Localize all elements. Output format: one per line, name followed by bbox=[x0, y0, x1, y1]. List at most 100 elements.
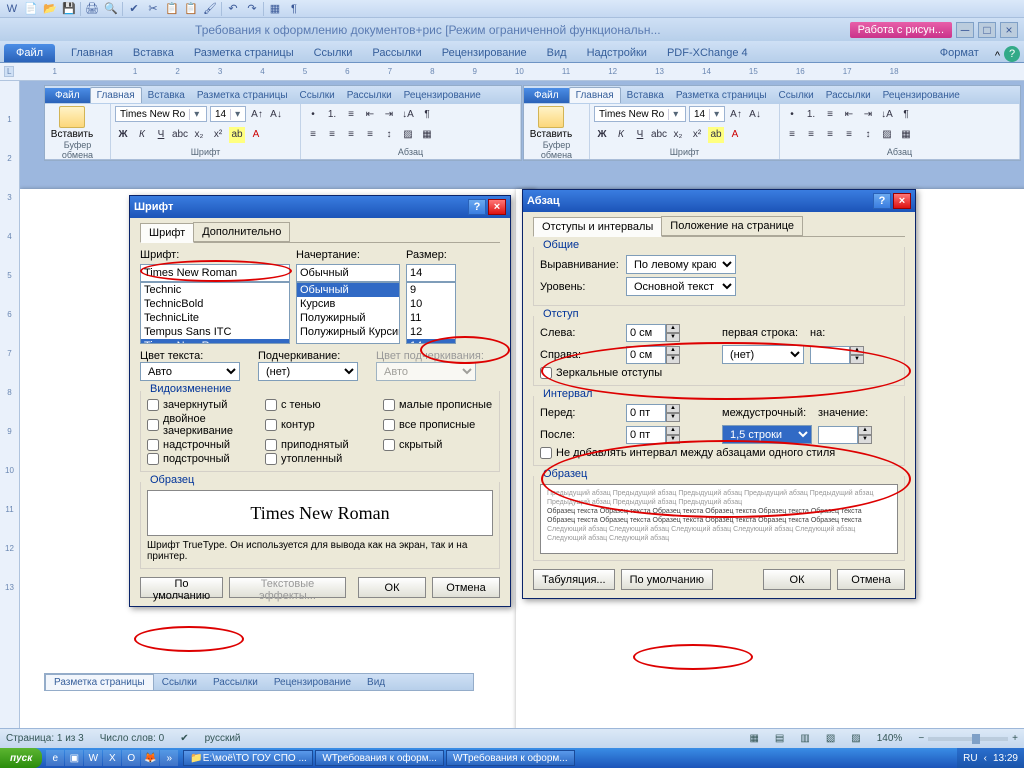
tab-insert[interactable]: Вставка bbox=[123, 44, 184, 62]
outline-level-select[interactable]: Основной текст bbox=[626, 277, 736, 296]
space-after-spin[interactable]: ▲▼ bbox=[626, 426, 680, 444]
spellcheck-icon[interactable]: ✔ bbox=[126, 1, 142, 17]
tab-references[interactable]: Ссылки bbox=[304, 44, 363, 62]
tab-font[interactable]: Шрифт bbox=[140, 223, 194, 243]
ql-more-icon[interactable]: » bbox=[160, 750, 178, 766]
file-tab[interactable]: Файл bbox=[4, 44, 55, 62]
minimize-icon[interactable]: ─ bbox=[956, 22, 974, 38]
chk-shadow[interactable]: с тенью bbox=[265, 399, 375, 411]
chk-no-space-same-style[interactable]: Не добавлять интервал между абзацами одн… bbox=[540, 447, 898, 459]
font-size-input[interactable] bbox=[406, 264, 456, 282]
tab-layout[interactable]: Разметка страницы bbox=[184, 44, 304, 62]
tray-clock[interactable]: 13:29 bbox=[993, 753, 1018, 764]
chk-super[interactable]: надстрочный bbox=[147, 439, 257, 451]
para-dialog-titlebar[interactable]: Абзац ? × bbox=[523, 190, 915, 212]
first-line-select[interactable]: (нет) bbox=[722, 345, 804, 364]
format-painter-icon[interactable]: 🖌 bbox=[202, 1, 218, 17]
font-color-select[interactable]: Авто bbox=[140, 362, 240, 381]
chk-engrave[interactable]: утопленный bbox=[265, 453, 375, 465]
table-icon[interactable]: ▦ bbox=[267, 1, 283, 17]
chk-allcaps[interactable]: все прописные bbox=[383, 413, 493, 437]
view-draft-icon[interactable]: ▨ bbox=[851, 733, 860, 744]
open-icon[interactable]: 📂 bbox=[42, 1, 58, 17]
chk-sub[interactable]: подстрочный bbox=[147, 453, 257, 465]
taskbar-button[interactable]: W Требования к оформ... bbox=[315, 750, 444, 766]
zoom-in-icon[interactable]: + bbox=[1012, 733, 1018, 744]
indent-left-spin[interactable]: ▲▼ bbox=[626, 324, 680, 342]
tray-lang[interactable]: RU bbox=[963, 753, 977, 764]
font-style-input[interactable] bbox=[296, 264, 400, 282]
tab-indents[interactable]: Отступы и интервалы bbox=[533, 217, 662, 237]
first-line-by-spin[interactable]: ▲▼ bbox=[810, 346, 864, 364]
line-spacing-select[interactable]: 1,5 строки bbox=[722, 425, 812, 444]
horizontal-ruler[interactable]: L 1123456789101112131415161718 bbox=[0, 63, 1024, 81]
ql-excel-icon[interactable]: X bbox=[103, 750, 121, 766]
zoom-slider[interactable]: − + bbox=[918, 733, 1018, 744]
alignment-select[interactable]: По левому краю bbox=[626, 255, 736, 274]
indent-right-spin[interactable]: ▲▼ bbox=[626, 346, 680, 364]
close-icon[interactable]: × bbox=[1000, 22, 1018, 38]
preview-icon[interactable]: 🔍 bbox=[103, 1, 119, 17]
tab-review[interactable]: Рецензирование bbox=[432, 44, 537, 62]
zoom-out-icon[interactable]: − bbox=[918, 733, 924, 744]
size-list[interactable]: 9 10 11 12 14 bbox=[406, 282, 456, 344]
tab-pdf[interactable]: PDF-XChange 4 bbox=[657, 44, 758, 62]
drawing-tools-tab[interactable]: Работа с рисун... bbox=[850, 22, 952, 38]
space-before-spin[interactable]: ▲▼ bbox=[626, 404, 680, 422]
undo-icon[interactable]: ↶ bbox=[225, 1, 241, 17]
font-name-input[interactable] bbox=[140, 264, 290, 282]
view-outline-icon[interactable]: ▧ bbox=[826, 733, 835, 744]
default-button[interactable]: По умолчанию bbox=[140, 577, 223, 598]
ql-outlook-icon[interactable]: O bbox=[122, 750, 140, 766]
help-icon[interactable]: ? bbox=[1004, 46, 1020, 62]
chk-dblstrike[interactable]: двойное зачеркивание bbox=[147, 413, 257, 437]
tab-view[interactable]: Вид bbox=[537, 44, 577, 62]
show-marks-icon[interactable]: ¶ bbox=[286, 1, 302, 17]
ok-button[interactable]: ОК bbox=[358, 577, 426, 598]
ql-desktop-icon[interactable]: ▣ bbox=[65, 750, 83, 766]
font-list[interactable]: Technic TechnicBold TechnicLite Tempus S… bbox=[140, 282, 290, 344]
default-button[interactable]: По умолчанию bbox=[621, 569, 713, 590]
ql-ie-icon[interactable]: e bbox=[46, 750, 64, 766]
copy-icon[interactable]: 📋 bbox=[164, 1, 180, 17]
chk-mirror-indents[interactable]: Зеркальные отступы bbox=[540, 367, 898, 379]
qat-icon[interactable]: W bbox=[4, 1, 20, 17]
document-area[interactable]: Файл Главная Вставка Разметка страницы С… bbox=[20, 81, 1024, 728]
taskbar-button[interactable]: 📁 Е:\моё\ТО ГОУ СПО ... bbox=[183, 750, 313, 766]
proofing-icon[interactable]: ✔ bbox=[180, 733, 188, 744]
restore-icon[interactable]: □ bbox=[978, 22, 996, 38]
zoom-level[interactable]: 140% bbox=[877, 733, 903, 744]
save-icon[interactable]: 💾 bbox=[61, 1, 77, 17]
tabs-button[interactable]: Табуляция... bbox=[533, 569, 615, 590]
dialog-help-icon[interactable]: ? bbox=[468, 199, 486, 215]
ribbon-collapse-icon[interactable]: ^ bbox=[995, 50, 1000, 62]
tab-addins[interactable]: Надстройки bbox=[577, 44, 657, 62]
word-count[interactable]: Число слов: 0 bbox=[100, 733, 164, 744]
chk-hidden[interactable]: скрытый bbox=[383, 439, 493, 451]
chk-strike[interactable]: зачеркнутый bbox=[147, 399, 257, 411]
chk-smallcaps[interactable]: малые прописные bbox=[383, 399, 493, 411]
new-doc-icon[interactable]: 📄 bbox=[23, 1, 39, 17]
cut-icon[interactable]: ✂ bbox=[145, 1, 161, 17]
start-button[interactable]: пуск bbox=[0, 748, 42, 768]
chk-outline[interactable]: контур bbox=[265, 413, 375, 437]
view-reading-icon[interactable]: ▤ bbox=[775, 733, 784, 744]
vertical-ruler[interactable]: 12345678910111213 bbox=[0, 81, 20, 728]
ok-button[interactable]: ОК bbox=[763, 569, 831, 590]
tab-position[interactable]: Положение на странице bbox=[661, 216, 803, 236]
tab-mailings[interactable]: Рассылки bbox=[362, 44, 431, 62]
print-icon[interactable]: 🖨 bbox=[84, 1, 100, 17]
dialog-close-icon[interactable]: × bbox=[488, 199, 506, 215]
paste-icon[interactable]: 📋 bbox=[183, 1, 199, 17]
view-web-icon[interactable]: ▥ bbox=[800, 733, 809, 744]
font-dialog-titlebar[interactable]: Шрифт ? × bbox=[130, 196, 510, 218]
taskbar-button[interactable]: W Требования к оформ... bbox=[446, 750, 575, 766]
tab-advanced[interactable]: Дополнительно bbox=[193, 222, 290, 242]
ql-word-icon[interactable]: W bbox=[84, 750, 102, 766]
underline-select[interactable]: (нет) bbox=[258, 362, 358, 381]
redo-icon[interactable]: ↷ bbox=[244, 1, 260, 17]
chk-emboss[interactable]: приподнятый bbox=[265, 439, 375, 451]
cancel-button[interactable]: Отмена bbox=[432, 577, 500, 598]
style-list[interactable]: Обычный Курсив Полужирный Полужирный Кур… bbox=[296, 282, 400, 344]
dialog-help-icon[interactable]: ? bbox=[873, 193, 891, 209]
